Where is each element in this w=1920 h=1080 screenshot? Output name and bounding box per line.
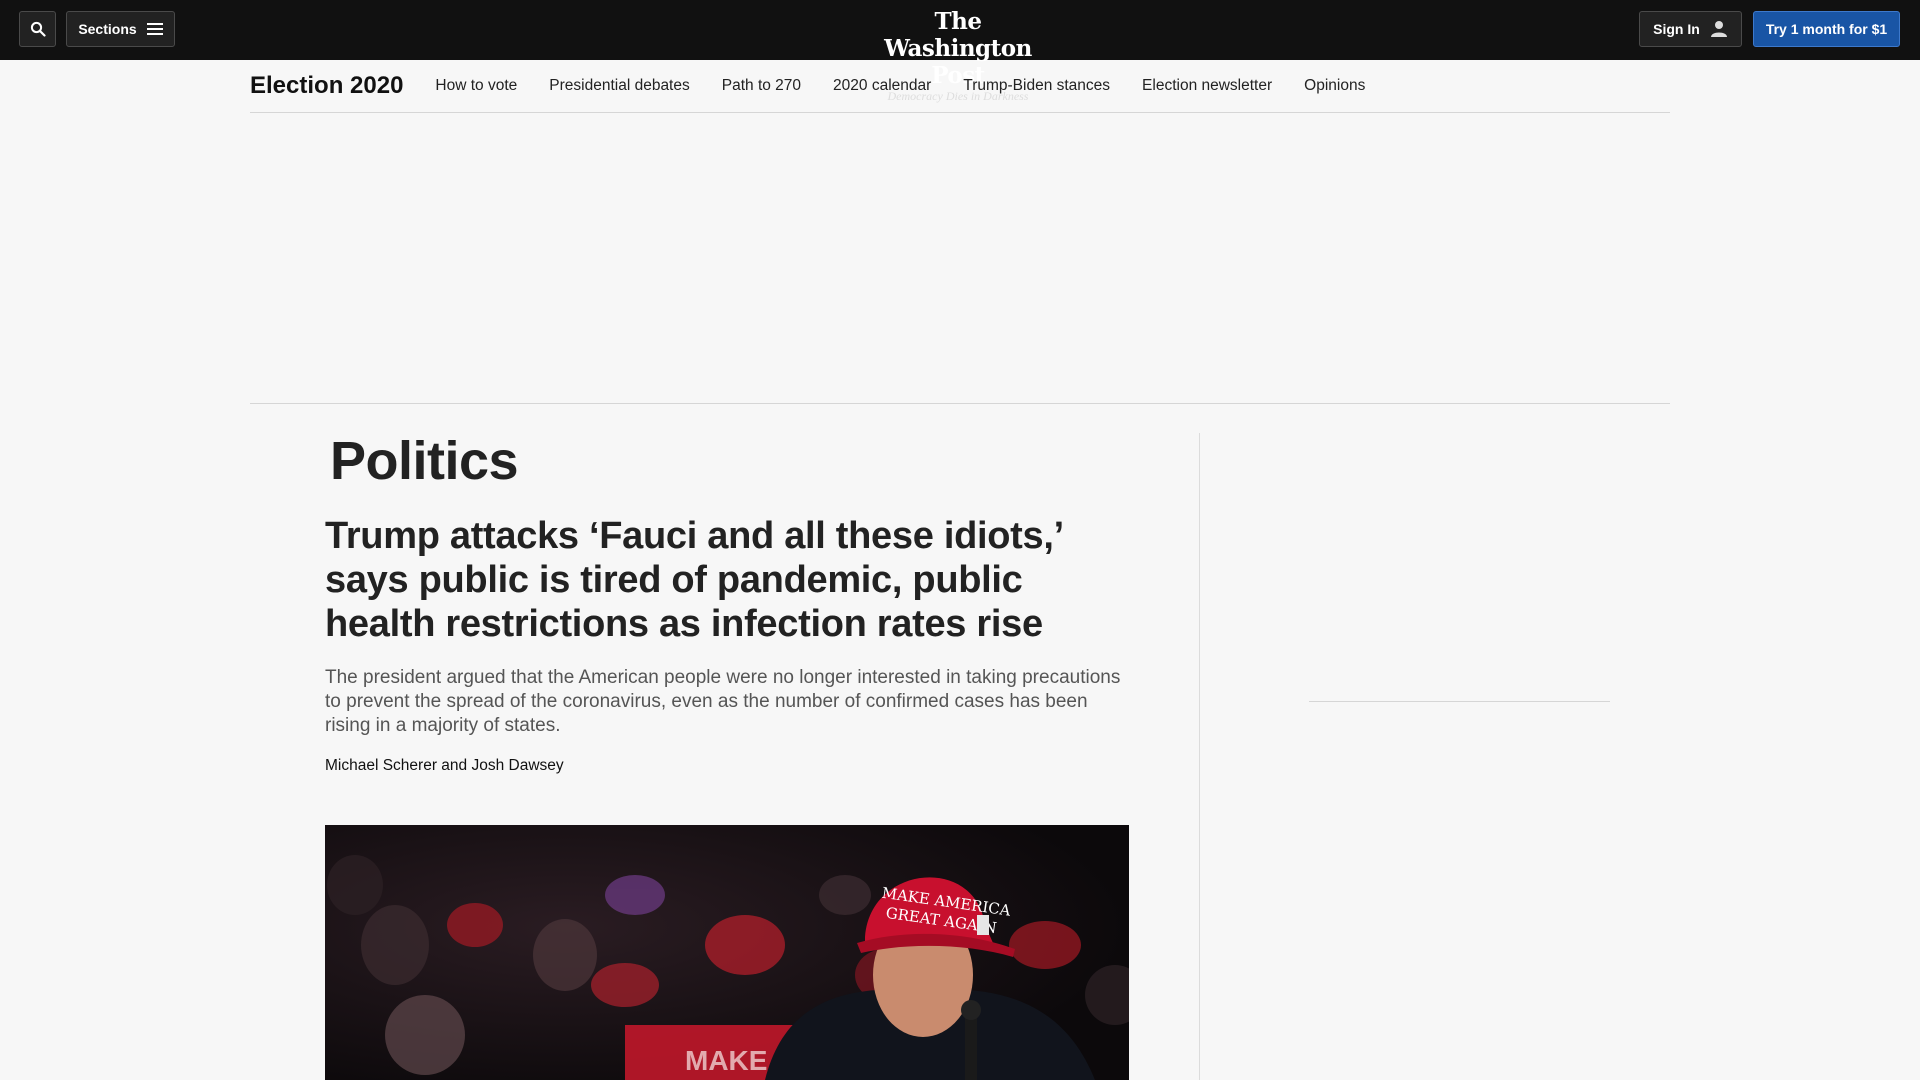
article-summary: The president argued that the American p… <box>325 667 1121 736</box>
article-headline: Trump attacks ‘Fauci and all these idiot… <box>325 515 1062 645</box>
byline: Michael Scherer and Josh Dawsey <box>325 757 1130 775</box>
top-bar: Sections The Washington Post Democracy D… <box>0 0 1920 103</box>
author-link[interactable]: Josh Dawsey <box>471 757 563 774</box>
subnav-link-how-to-vote[interactable]: How to vote <box>435 77 517 95</box>
sections-menu-button[interactable]: Sections <box>66 11 175 47</box>
subnav-link-2020-calendar[interactable]: 2020 calendar <box>833 77 931 95</box>
election-subnav: Election 2020 How to vote Presidential d… <box>250 60 1670 113</box>
photo-sign-text: MAKE <box>685 1045 767 1076</box>
author-joiner: and <box>437 757 472 774</box>
subnav-link-opinions[interactable]: Opinions <box>1304 77 1365 95</box>
subnav-title[interactable]: Election 2020 <box>250 72 403 100</box>
subnav-link-election-newsletter[interactable]: Election newsletter <box>1142 77 1272 95</box>
user-icon <box>1710 21 1727 37</box>
lead-photo-image: MAKE MAKE AMERICA GREAT AGAIN <box>325 825 1129 1080</box>
lead-photo[interactable]: MAKE MAKE AMERICA GREAT AGAIN <box>325 825 1129 1080</box>
subnav-link-trump-biden-stances[interactable]: Trump-Biden stances <box>963 77 1110 95</box>
article: Politics Trump attacks ‘Fauci and all th… <box>325 430 1130 775</box>
search-button[interactable] <box>19 11 56 47</box>
right-rail-divider <box>1309 701 1610 702</box>
search-icon <box>30 21 46 37</box>
column-divider <box>1199 433 1200 1080</box>
subnav-link-presidential-debates[interactable]: Presidential debates <box>549 77 689 95</box>
ad-slot <box>250 113 1670 404</box>
author-link[interactable]: Michael Scherer <box>325 757 437 774</box>
subscribe-button[interactable]: Try 1 month for $1 <box>1753 11 1900 47</box>
section-label[interactable]: Politics <box>330 430 1130 492</box>
hamburger-icon <box>146 23 163 35</box>
sign-in-button[interactable]: Sign In <box>1639 11 1742 47</box>
subnav-link-path-to-270[interactable]: Path to 270 <box>722 77 801 95</box>
sections-label: Sections <box>78 21 137 37</box>
sign-in-label: Sign In <box>1653 21 1700 37</box>
